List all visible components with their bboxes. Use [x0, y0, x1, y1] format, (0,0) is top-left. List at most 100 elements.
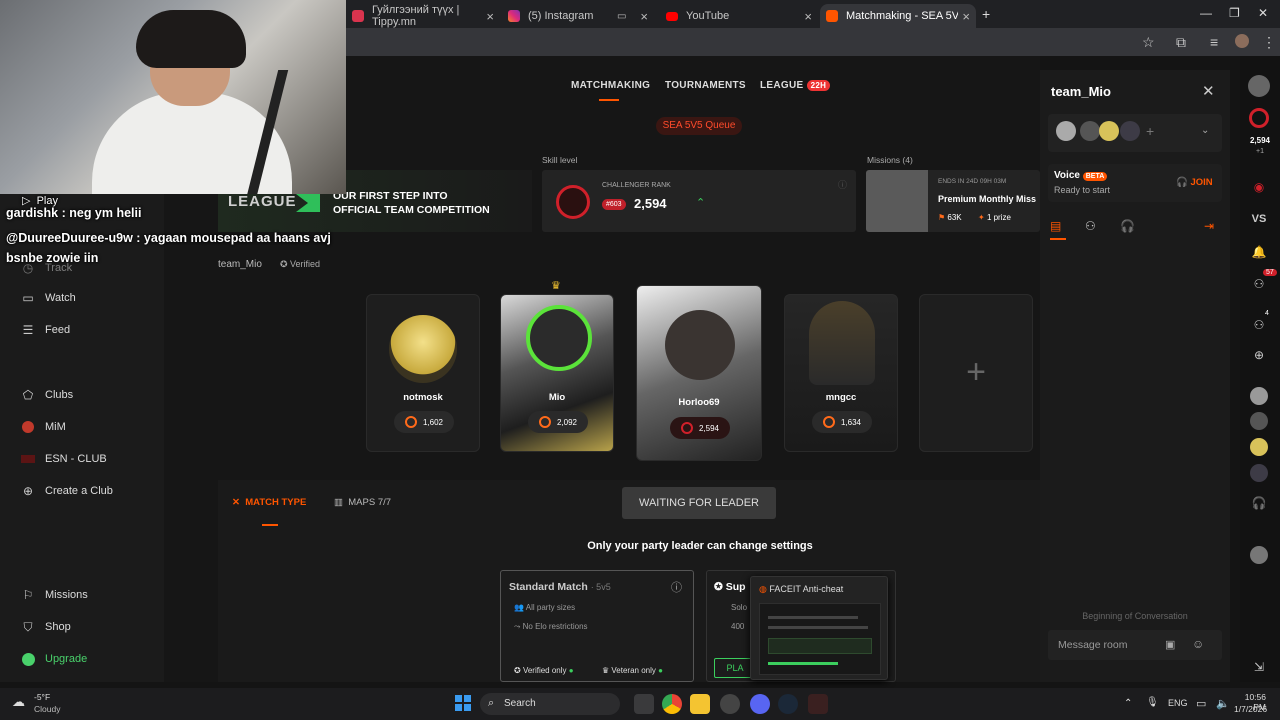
player-card-mngcc[interactable]: mngcc 1,634	[784, 294, 898, 452]
taskbar-search-label: Search	[504, 698, 536, 709]
tab-league[interactable]: LEAGUE 22H	[760, 80, 831, 91]
app-icon[interactable]	[720, 694, 740, 714]
sidebar-item-shop[interactable]: ⛉ Shop	[20, 619, 70, 635]
user-avatar[interactable]	[1248, 75, 1270, 97]
tab-matchmaking-nav[interactable]: MATCHMAKING	[571, 80, 650, 101]
mim-icon	[20, 419, 36, 435]
chevron-down-icon[interactable]: ⌄	[1201, 125, 1209, 136]
bookmark-star-icon[interactable]: ☆	[1142, 34, 1155, 51]
info-icon[interactable]: ⓘ	[838, 178, 847, 191]
members-tab-icon[interactable]: ⚇	[1085, 219, 1096, 233]
standard-info-icon[interactable]: ⓘ	[671, 579, 682, 595]
player-elo: 2,594	[670, 417, 730, 439]
new-tab-icon[interactable]: +	[982, 6, 990, 22]
friend-avatar[interactable]	[1250, 546, 1268, 564]
headset-icon[interactable]: 🎧	[1249, 496, 1269, 510]
voice-tab-icon[interactable]: 🎧	[1120, 219, 1135, 233]
search-icon: ⌕	[488, 697, 495, 709]
matchmaking-strip-icon[interactable]: ◉	[1249, 180, 1269, 194]
picture-in-picture-icon[interactable]: ▭	[617, 11, 626, 22]
sidebar-item-clubs[interactable]: ⬠ Clubs	[20, 387, 73, 403]
queue-badge: SEA 5V5 Queue	[656, 117, 742, 135]
file-explorer-icon[interactable]	[690, 694, 710, 714]
discord-icon[interactable]	[750, 694, 770, 714]
volume-icon[interactable]: 🔈	[1216, 697, 1230, 710]
sidebar-item-upgrade[interactable]: Upgrade	[20, 651, 87, 667]
conversation-start-label: Beginning of Conversation	[1082, 611, 1188, 621]
taskbar-search-box[interactable]	[480, 693, 620, 715]
reading-list-icon[interactable]: ≡	[1210, 34, 1218, 50]
message-input[interactable]: Message room	[1058, 639, 1127, 651]
sidebar-item-esn-club[interactable]: ESN - CLUB	[20, 451, 107, 467]
microphone-icon[interactable]: 🎙	[1146, 697, 1159, 708]
sidebar-item-create-club[interactable]: ⊕ Create a Club	[20, 483, 113, 499]
friends-count-badge: 57	[1263, 269, 1277, 276]
maximize-icon[interactable]: ❐	[1229, 6, 1240, 20]
anticheat-preview-popup[interactable]: ◍ FACEIT Anti-cheat	[750, 576, 888, 680]
profile-avatar[interactable]	[1235, 34, 1249, 48]
emoji-icon[interactable]: ☺	[1192, 637, 1204, 651]
party-icon[interactable]: ⚇	[1249, 318, 1269, 332]
network-icon[interactable]: ▭	[1196, 697, 1206, 710]
sidebar-item-missions[interactable]: ⚐ Missions	[20, 587, 88, 603]
party-leader-crown-icon: ♛	[551, 280, 561, 292]
sidebar-item-feed[interactable]: ☰ Feed	[20, 322, 70, 338]
friend-avatar[interactable]	[1250, 412, 1268, 430]
language-indicator[interactable]: ENG	[1168, 698, 1188, 708]
league-timer-badge: 22H	[806, 80, 831, 91]
match-type-tab[interactable]: ✕ MATCH TYPE	[232, 497, 306, 508]
weather-icon: ☁	[12, 694, 25, 709]
minimize-icon[interactable]: —	[1200, 6, 1212, 20]
tab-instagram[interactable]: (5) Instagram ▭ ×	[502, 4, 654, 28]
chat-tab-icon[interactable]: ▤	[1050, 219, 1061, 233]
close-tab-icon[interactable]: ×	[486, 9, 494, 24]
friend-avatar[interactable]	[1250, 464, 1268, 482]
extensions-icon[interactable]: ⧉	[1176, 34, 1186, 51]
friend-avatar[interactable]	[1250, 438, 1268, 456]
sidebar-item-mim[interactable]: MiM	[20, 419, 66, 435]
close-panel-icon[interactable]: ✕	[1202, 82, 1215, 100]
leave-party-icon[interactable]: ⇥	[1204, 219, 1214, 233]
steam-icon[interactable]	[778, 694, 798, 714]
faceit-ac-icon: ◍	[759, 584, 767, 594]
friend-avatar[interactable]	[1250, 387, 1268, 405]
tab-matchmaking[interactable]: Matchmaking - SEA 5V5 Queue ×	[820, 4, 976, 28]
join-voice-button[interactable]: 🎧 JOIN	[1176, 177, 1213, 188]
windows-start-icon[interactable]	[455, 695, 471, 711]
elo-up-arrow-icon: ⌃	[696, 197, 706, 209]
player-card-mio[interactable]: Mio 2,092	[500, 294, 614, 452]
close-tab-icon[interactable]: ×	[640, 9, 648, 24]
clock-date[interactable]: 1/7/2026	[1234, 704, 1267, 714]
maps-tab[interactable]: ▥ MAPS 7/7	[334, 497, 391, 508]
sidebar-item-watch[interactable]: ▭ Watch	[20, 290, 75, 306]
collapse-panel-icon[interactable]: ⇲	[1249, 660, 1269, 674]
player-card-horloo69[interactable]: Horloo69 2,594	[636, 285, 762, 461]
tab-tippy[interactable]: Гуйлгээний түүх | Tippy.mn ×	[346, 4, 500, 28]
veteran-only-rule: ♛ Veteran only ●	[602, 666, 663, 675]
member-avatar	[1099, 121, 1119, 141]
image-upload-icon[interactable]: ▣	[1165, 638, 1175, 651]
tab-youtube[interactable]: YouTube ×	[660, 4, 818, 28]
task-view-icon[interactable]	[634, 694, 654, 714]
chat-message: gardishk : neg ym helii	[6, 206, 142, 220]
notifications-bell-icon[interactable]: 🔔	[1249, 245, 1269, 259]
versus-icon[interactable]: VS	[1249, 213, 1269, 225]
chrome-icon[interactable]	[662, 694, 682, 714]
player-card-notmosk[interactable]: notmosk 1,602	[366, 294, 480, 452]
missions-card[interactable]: ENDS IN 24D 09H 03M Premium Monthly Miss…	[866, 170, 1040, 232]
shop-icon: ⛉	[23, 619, 33, 634]
tab-tournaments[interactable]: TOURNAMENTS	[665, 80, 746, 91]
close-window-icon[interactable]: ✕	[1258, 6, 1268, 20]
tray-chevron-icon[interactable]: ⌃	[1124, 698, 1132, 709]
mission-points: ⚑ 63K	[938, 213, 962, 222]
browser-menu-icon[interactable]: ⋮	[1262, 34, 1276, 51]
close-tab-icon[interactable]: ×	[804, 9, 812, 24]
invite-player-slot[interactable]: +	[919, 294, 1033, 452]
add-friend-icon[interactable]: ⊕	[1249, 348, 1269, 362]
add-member-icon[interactable]: +	[1146, 123, 1154, 139]
party-icon: 👥	[514, 603, 524, 612]
faceit-ac-taskbar-icon[interactable]	[808, 694, 828, 714]
friends-icon[interactable]: ⚇	[1249, 277, 1269, 291]
challenger-rank-icon	[556, 185, 590, 219]
close-tab-icon[interactable]: ×	[962, 9, 970, 24]
